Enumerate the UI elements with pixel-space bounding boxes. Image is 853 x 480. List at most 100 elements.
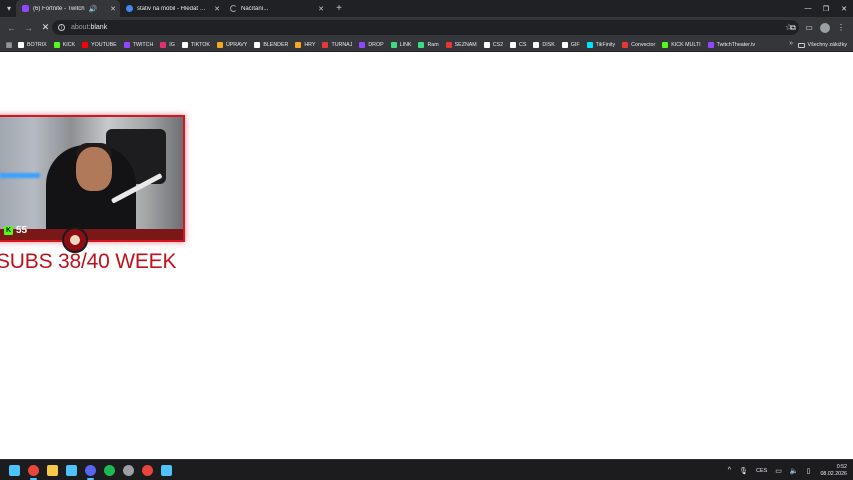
bookmark-favicon-icon bbox=[160, 41, 167, 48]
loading-spinner-icon bbox=[230, 5, 237, 12]
file-explorer-icon[interactable] bbox=[43, 461, 62, 480]
volume-icon[interactable]: 🔈 bbox=[790, 467, 799, 475]
obs-icon-glyph bbox=[142, 465, 153, 476]
bookmark-favicon-icon bbox=[216, 41, 223, 48]
bookmark-label: BOTRIX bbox=[27, 41, 47, 48]
tab-strip: ▾ (6) Fortnite - Twitch 🔊 ✕ stativ na mo… bbox=[0, 0, 853, 17]
browser-toolbar: ← → ✕ i about: blank ☆ ⧉ ▭ ⋮ bbox=[0, 17, 853, 38]
bookmark-label: LINK bbox=[399, 41, 412, 48]
bookmark-item[interactable]: CS bbox=[510, 41, 526, 48]
twitch-favicon-icon bbox=[22, 5, 29, 12]
bookmark-favicon-icon bbox=[390, 41, 397, 48]
bookmark-item[interactable]: CS2 bbox=[483, 41, 503, 48]
bookmark-label: Ram bbox=[427, 41, 439, 48]
bookmark-item[interactable]: TikFinity bbox=[586, 41, 615, 48]
tab-title: stativ na mobil - Hledat Googlem bbox=[137, 5, 211, 12]
steam-icon-glyph bbox=[123, 465, 134, 476]
profile-avatar-icon[interactable] bbox=[820, 22, 830, 33]
network-icon[interactable]: ▭ bbox=[775, 467, 782, 475]
windows-start-icon[interactable] bbox=[5, 461, 24, 480]
bookmark-item[interactable]: ÚPRAVY bbox=[216, 41, 247, 48]
bookmark-favicon-icon bbox=[418, 41, 425, 48]
bookmark-label: HRY bbox=[304, 41, 316, 48]
viewer-count: 55 bbox=[16, 225, 28, 236]
info-icon[interactable]: i bbox=[58, 24, 65, 31]
url-host: blank bbox=[90, 24, 108, 31]
address-bar[interactable]: i about: blank ☆ bbox=[52, 20, 799, 35]
tab-loading[interactable]: Načítání... ✕ bbox=[224, 0, 328, 17]
speaker-icon[interactable]: 🔊 bbox=[89, 5, 98, 13]
discord-icon-glyph bbox=[85, 465, 96, 476]
apps-grid-icon[interactable]: ▦ bbox=[0, 41, 18, 49]
forward-arrow-icon[interactable]: → bbox=[20, 23, 37, 33]
steam-icon[interactable] bbox=[119, 461, 138, 480]
bookmark-item[interactable]: Convector bbox=[622, 41, 655, 48]
close-tab-icon[interactable]: ✕ bbox=[106, 5, 116, 13]
bookmark-item[interactable]: LINK bbox=[390, 41, 412, 48]
discord-icon[interactable] bbox=[81, 461, 100, 480]
bookmark-label: TURNAJ bbox=[331, 41, 353, 48]
bookmark-label: TIKTOK bbox=[190, 41, 210, 48]
bookmark-favicon-icon bbox=[445, 41, 452, 48]
bookmark-favicon-icon bbox=[533, 41, 540, 48]
tab-twitch[interactable]: (6) Fortnite - Twitch 🔊 ✕ bbox=[16, 0, 120, 17]
more-bookmarks-icon[interactable]: » bbox=[789, 40, 793, 47]
more-menu-icon[interactable]: ⋮ bbox=[833, 23, 849, 32]
spotify-icon-glyph bbox=[104, 465, 115, 476]
maximize-icon[interactable]: ❐ bbox=[817, 5, 835, 13]
folder-icon bbox=[797, 42, 805, 48]
bookmark-item[interactable]: TIKTOK bbox=[181, 41, 210, 48]
back-arrow-icon[interactable]: ← bbox=[3, 23, 20, 33]
bookmark-item[interactable]: TwitchTheater.tv bbox=[707, 41, 755, 48]
obs-icon[interactable] bbox=[138, 461, 157, 480]
bookmark-item[interactable]: HRY bbox=[295, 41, 316, 48]
bookmark-item[interactable]: TURNAJ bbox=[322, 41, 353, 48]
mail-icon-glyph bbox=[66, 465, 77, 476]
tab-groups-icon[interactable]: ▭ bbox=[801, 23, 817, 32]
bookmark-item[interactable]: Ram bbox=[418, 41, 439, 48]
app-icon[interactable] bbox=[157, 461, 176, 480]
bookmark-item[interactable]: IG bbox=[160, 41, 175, 48]
screen: ▾ (6) Fortnite - Twitch 🔊 ✕ stativ na mo… bbox=[0, 0, 853, 480]
tab-google-search[interactable]: stativ na mobil - Hledat Googlem ✕ bbox=[120, 0, 224, 17]
clock[interactable]: 0:52 08.02.2026 bbox=[820, 464, 847, 478]
bookmark-item[interactable]: DISK bbox=[533, 41, 555, 48]
minimize-icon[interactable]: — bbox=[799, 5, 817, 12]
bookmark-favicon-icon bbox=[510, 41, 517, 48]
all-bookmarks-button[interactable]: Všechny záložky bbox=[797, 38, 847, 52]
bookmark-item[interactable]: KICK bbox=[53, 41, 75, 48]
chrome-icon[interactable] bbox=[24, 461, 43, 480]
close-tab-icon[interactable]: ✕ bbox=[210, 5, 220, 13]
microphone-icon[interactable]: 🎙 bbox=[739, 467, 748, 475]
bookmark-label: DISK bbox=[542, 41, 555, 48]
spotify-icon[interactable] bbox=[100, 461, 119, 480]
taskbar-apps bbox=[5, 460, 176, 480]
bookmark-item[interactable]: DROP bbox=[359, 41, 384, 48]
tab-title: (6) Fortnite - Twitch bbox=[33, 5, 85, 12]
bookmark-item[interactable]: YOUTUBE bbox=[82, 41, 117, 48]
close-tab-icon[interactable]: ✕ bbox=[314, 5, 324, 13]
battery-icon[interactable]: ▯ bbox=[807, 467, 811, 475]
google-favicon-icon bbox=[126, 5, 133, 12]
chevron-up-icon[interactable]: ^ bbox=[728, 467, 731, 474]
bookmark-item[interactable]: BOTRIX bbox=[18, 41, 47, 48]
extensions-icon[interactable]: ⧉ bbox=[785, 23, 801, 33]
sub-goal-ticker: SUBS 38/40 WEEK S bbox=[0, 250, 182, 273]
bookmark-favicon-icon bbox=[322, 41, 329, 48]
bookmark-favicon-icon bbox=[123, 41, 130, 48]
bookmark-item[interactable]: SEZNAM bbox=[445, 41, 477, 48]
tab-search-icon[interactable]: ▾ bbox=[2, 0, 16, 17]
language-indicator[interactable]: CES bbox=[756, 468, 767, 474]
page-content: K 55 SUBS 38/40 WEEK S bbox=[0, 52, 853, 459]
bookmark-label: SEZNAM bbox=[454, 41, 477, 48]
bookmark-item[interactable]: TWITCH bbox=[123, 41, 153, 48]
plus-icon[interactable]: + bbox=[332, 3, 346, 14]
close-window-icon[interactable]: ✕ bbox=[835, 5, 853, 13]
clock-date: 08.02.2026 bbox=[820, 470, 847, 477]
bookmark-item[interactable]: BLENDER bbox=[254, 41, 288, 48]
bookmark-item[interactable]: GIF bbox=[561, 41, 580, 48]
mail-icon[interactable] bbox=[62, 461, 81, 480]
bookmark-label: GIF bbox=[570, 41, 580, 48]
bookmark-item[interactable]: KICK MULTI bbox=[662, 41, 701, 48]
tab-title: Načítání... bbox=[241, 5, 269, 12]
